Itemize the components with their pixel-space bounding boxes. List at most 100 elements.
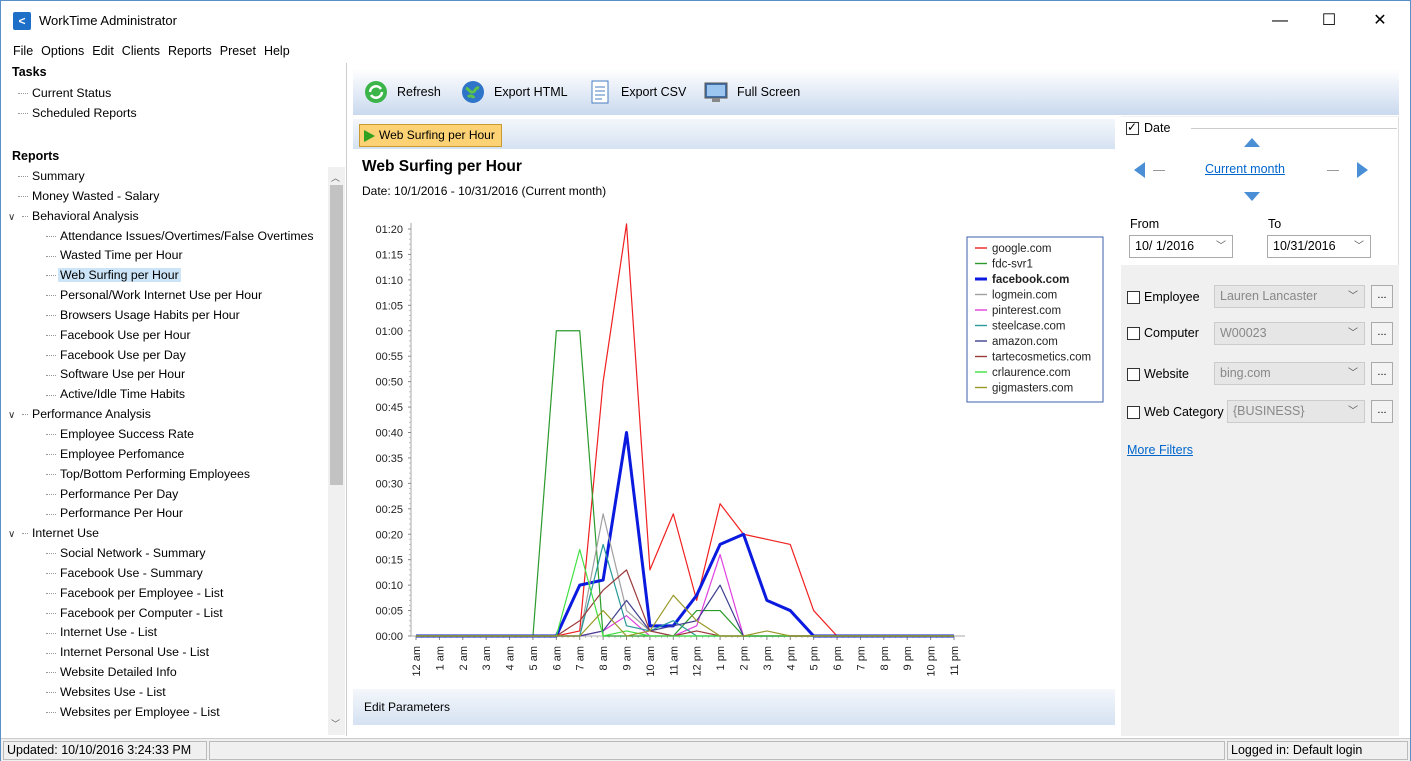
period-up-icon[interactable] — [1243, 137, 1261, 149]
scroll-up-icon[interactable]: ︿ — [331, 171, 340, 184]
maximize-icon[interactable]: ☐ — [1312, 7, 1346, 35]
x-tick-label: 6 pm — [832, 646, 844, 670]
report-tab-strip: Web Surfing per Hour — [353, 119, 1115, 149]
website-checkbox[interactable] — [1127, 368, 1140, 381]
scroll-down-icon[interactable]: ﹀ — [331, 717, 340, 730]
menu-clients[interactable]: Clients — [118, 41, 164, 61]
title-bar: < WorkTime Administrator — ☐ ✕ — [1, 1, 1410, 41]
employee-select[interactable]: Lauren Lancaster ﹀ — [1214, 285, 1365, 308]
computer-browse-button[interactable]: ... — [1371, 322, 1393, 345]
menu-preset[interactable]: Preset — [216, 41, 260, 61]
menu-edit[interactable]: Edit — [88, 41, 118, 61]
report-tree-item[interactable]: Social Network - Summary — [8, 544, 328, 564]
report-tree-item[interactable]: Software Use per Hour — [8, 365, 328, 385]
expand-chevron-icon[interactable]: ∨ — [8, 406, 22, 426]
reports-heading: Reports — [12, 149, 60, 163]
scroll-thumb[interactable] — [330, 185, 343, 485]
report-tree-item[interactable]: Websites Use - List — [8, 683, 328, 703]
report-tree-label: Behavioral Analysis — [32, 208, 139, 223]
employee-browse-button[interactable]: ... — [1371, 285, 1393, 308]
report-tree-item[interactable]: Facebook per Employee - List — [8, 584, 328, 604]
to-date-picker[interactable]: 10/31/2016 ﹀ — [1267, 235, 1371, 258]
x-tick-label: 3 am — [481, 646, 493, 670]
export-html-button[interactable]: Export HTML — [460, 80, 568, 104]
report-tree-item[interactable]: Wasted Time per Hour — [8, 246, 328, 266]
menu-bar: File Options Edit Clients Reports Preset Help — [1, 41, 1410, 61]
computer-select[interactable]: W00023 ﹀ — [1214, 322, 1365, 345]
full-screen-button[interactable]: Full Screen — [703, 80, 800, 104]
x-tick-label: 12 am — [411, 646, 423, 677]
expand-chevron-icon[interactable]: ∨ — [8, 525, 22, 545]
report-tree-item[interactable]: Employee Success Rate — [8, 425, 328, 445]
computer-checkbox[interactable] — [1127, 327, 1140, 340]
menu-options[interactable]: Options — [37, 41, 88, 61]
reports-scrollbar[interactable]: ︿ ﹀ — [328, 167, 345, 735]
web-category-select[interactable]: {BUSINESS} ﹀ — [1227, 400, 1365, 423]
x-tick-label: 5 pm — [809, 646, 821, 670]
report-tree-label: Performance Analysis — [32, 407, 151, 422]
y-tick-label: 01:05 — [375, 300, 403, 312]
website-browse-button[interactable]: ... — [1371, 362, 1393, 385]
y-tick-label: 00:35 — [375, 453, 403, 465]
pane-splitter[interactable] — [346, 63, 347, 736]
report-tree-item[interactable]: Top/Bottom Performing Employees — [8, 465, 328, 485]
x-tick-label: 8 am — [598, 646, 610, 670]
report-tree-item[interactable]: Performance Per Day — [8, 485, 328, 505]
x-tick-label: 6 am — [551, 646, 563, 670]
from-label: From — [1130, 217, 1160, 231]
refresh-button[interactable]: Refresh — [363, 80, 441, 104]
report-tree-item[interactable]: Web Surfing per Hour — [8, 266, 328, 286]
report-tree-item[interactable]: Browsers Usage Habits per Hour — [8, 306, 328, 326]
monitor-icon — [704, 82, 728, 102]
y-tick-label: 01:10 — [375, 275, 403, 287]
report-tree-item[interactable]: Internet Personal Use - List — [8, 643, 328, 663]
report-tree-item[interactable]: Facebook Use per Hour — [8, 326, 328, 346]
close-icon[interactable]: ✕ — [1363, 7, 1397, 35]
report-tree-item[interactable]: Performance Per Hour — [8, 504, 328, 524]
report-tree-item[interactable]: Websites per Employee - List — [8, 703, 328, 723]
report-tree-item[interactable]: ∨ Performance Analysis — [8, 405, 328, 425]
web-category-checkbox[interactable] — [1127, 406, 1140, 419]
expand-chevron-icon[interactable]: ∨ — [8, 208, 22, 228]
globe-icon — [462, 81, 484, 103]
x-tick-label: 10 am — [645, 646, 657, 677]
period-prev-icon[interactable] — [1133, 161, 1147, 179]
menu-help[interactable]: Help — [260, 41, 294, 61]
edit-parameters-bar[interactable]: Edit Parameters — [353, 689, 1115, 725]
website-select[interactable]: bing.com ﹀ — [1214, 362, 1365, 385]
report-tree-item[interactable]: Summary — [8, 167, 328, 187]
web-category-browse-button[interactable]: ... — [1371, 400, 1393, 423]
employee-checkbox[interactable] — [1127, 291, 1140, 304]
report-tree-item[interactable]: Website Detailed Info — [8, 663, 328, 683]
report-tree-item[interactable]: Internet Use - List — [8, 623, 328, 643]
menu-reports[interactable]: Reports — [164, 41, 216, 61]
report-tree-item[interactable]: Active/Idle Time Habits — [8, 385, 328, 405]
report-tree-item[interactable]: Facebook Use per Day — [8, 346, 328, 366]
report-tab[interactable]: Web Surfing per Hour — [359, 124, 502, 147]
export-csv-button[interactable]: Export CSV — [587, 80, 686, 104]
task-scheduled-reports[interactable]: Scheduled Reports — [8, 104, 328, 124]
current-month-link[interactable]: Current month — [1205, 162, 1285, 176]
report-tree-item[interactable]: Money Wasted - Salary — [8, 187, 328, 207]
more-filters-link[interactable]: More Filters — [1127, 443, 1193, 457]
x-tick-label: 8 pm — [879, 646, 891, 670]
chevron-down-icon: ﹀ — [1348, 328, 1358, 339]
tasks-tree: Current Status Scheduled Reports — [8, 84, 328, 124]
menu-file[interactable]: File — [1, 41, 37, 61]
report-tree-item[interactable]: Attendance Issues/Overtimes/False Overti… — [8, 227, 328, 247]
report-tree-label: Facebook Use per Hour — [60, 327, 191, 342]
report-tree-item[interactable]: Employee Perfomance — [8, 445, 328, 465]
minimize-icon[interactable]: — — [1263, 7, 1297, 35]
report-tree-item[interactable]: Facebook Use - Summary — [8, 564, 328, 584]
period-next-icon[interactable] — [1355, 161, 1369, 179]
report-tree-item[interactable]: ∨ Behavioral Analysis — [8, 207, 328, 227]
report-tree-item[interactable]: Facebook per Computer - List — [8, 604, 328, 624]
report-tree-item[interactable]: Personal/Work Internet Use per Hour — [8, 286, 328, 306]
report-tree-item[interactable]: ∨ Internet Use — [8, 524, 328, 544]
period-down-icon[interactable] — [1243, 190, 1261, 202]
legend-label: google.com — [992, 243, 1051, 255]
from-date-picker[interactable]: 10/ 1/2016 ﹀ — [1129, 235, 1233, 258]
task-current-status[interactable]: Current Status — [8, 84, 328, 104]
date-checkbox[interactable] — [1126, 120, 1139, 135]
navigation-pane: Tasks Current Status Scheduled Reports R… — [8, 63, 346, 736]
